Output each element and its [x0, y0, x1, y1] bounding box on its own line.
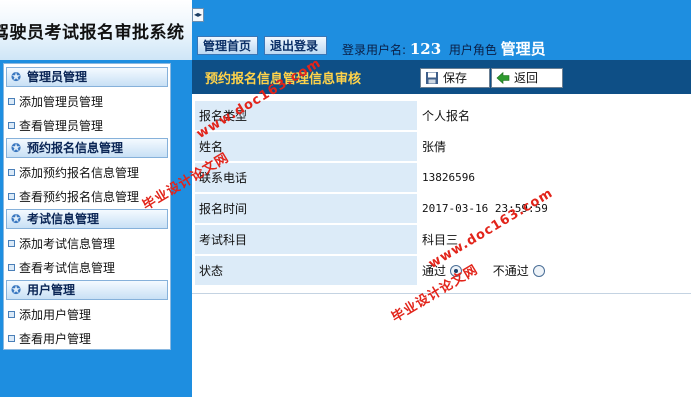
radio-fail-label: 不通过 [492, 264, 529, 278]
bullet-icon [8, 193, 15, 200]
field-label: 状态 [195, 256, 417, 286]
menu-group-title: 考试信息管理 [27, 212, 100, 226]
menu-item-view-exam[interactable]: 查看考试信息管理 [8, 260, 115, 276]
star-icon: ✪ [11, 283, 22, 297]
login-user-value: 123 [409, 40, 442, 58]
menu-item-label: 查看用户管理 [19, 332, 92, 346]
menu-group-reservation[interactable]: ✪ 预约报名信息管理 [6, 138, 168, 158]
header: 驾驶员考试报名审批系统 ◂▸ 管理首页 退出登录 登录用户名: 123 用户角色… [0, 0, 691, 60]
menu-item-add-user[interactable]: 添加用户管理 [8, 307, 91, 323]
role-value: 管理员 [500, 40, 546, 58]
save-button[interactable]: 保存 [420, 68, 490, 88]
star-icon: ✪ [11, 70, 22, 84]
logo-area: 驾驶员考试报名审批系统 [0, 0, 192, 60]
bullet-icon [8, 264, 15, 271]
system-title: 驾驶员考试报名审批系统 [0, 23, 185, 43]
menu-item-label: 添加考试信息管理 [19, 237, 116, 251]
floppy-disk-icon [426, 72, 438, 84]
menu-group-admin[interactable]: ✪ 管理员管理 [6, 67, 168, 87]
role-label: 用户角色 [448, 43, 497, 57]
back-button[interactable]: 返回 [491, 68, 563, 88]
bullet-icon [8, 335, 15, 342]
field-label: 联系电话 [195, 163, 417, 193]
menu-group-title: 管理员管理 [27, 70, 88, 84]
bullet-icon [8, 240, 15, 247]
menu-item-add-exam[interactable]: 添加考试信息管理 [8, 236, 115, 252]
menu-group-title: 预约报名信息管理 [27, 141, 124, 155]
form-row-time: 报名时间 2017-03-16 23:59:59 [195, 194, 691, 225]
bullet-icon [8, 98, 15, 105]
back-label: 返回 [514, 71, 539, 85]
bullet-icon [8, 311, 15, 318]
menu-item-label: 添加预约报名信息管理 [19, 166, 140, 180]
bullet-icon [8, 122, 15, 129]
menu-group-title: 用户管理 [27, 283, 76, 297]
field-label: 考试科目 [195, 225, 417, 255]
field-value: 个人报名 [422, 109, 471, 123]
menu-item-view-user[interactable]: 查看用户管理 [8, 331, 91, 347]
menu-group-exam[interactable]: ✪ 考试信息管理 [6, 209, 168, 229]
sidebar: ✪ 管理员管理 添加管理员管理 查看管理员管理 ✪ 预约报名信息管理 添加预约报… [0, 60, 192, 397]
menu-group-user[interactable]: ✪ 用户管理 [6, 280, 168, 300]
login-user-label: 登录用户名: [342, 43, 407, 57]
field-label: 报名时间 [195, 194, 417, 224]
login-info: 登录用户名: 123 用户角色 管理员 [342, 38, 546, 59]
form-row-phone: 联系电话 13826596 [195, 163, 691, 194]
arrow-left-icon [496, 71, 510, 85]
star-icon: ✪ [11, 141, 22, 155]
menu-item-label: 添加管理员管理 [19, 95, 104, 109]
save-label: 保存 [443, 71, 468, 85]
field-value: 13826596 [422, 171, 475, 184]
form-row-name: 姓名 张倩 [195, 132, 691, 163]
bullet-icon [8, 169, 15, 176]
collapse-sidebar-icon[interactable]: ◂▸ [192, 8, 204, 22]
field-value: 张倩 [422, 140, 447, 154]
logout-button[interactable]: 退出登录 [264, 36, 327, 55]
menu-item-label: 查看管理员管理 [19, 119, 104, 133]
star-icon: ✪ [11, 212, 22, 226]
admin-home-button[interactable]: 管理首页 [197, 36, 258, 55]
menu-item-view-reservation[interactable]: 查看预约报名信息管理 [8, 189, 139, 205]
menu-item-label: 查看预约报名信息管理 [19, 190, 140, 204]
radio-fail[interactable] [532, 264, 545, 277]
menu-item-view-admin[interactable]: 查看管理员管理 [8, 118, 103, 134]
menu-item-label: 查看考试信息管理 [19, 261, 116, 275]
menu-item-add-reservation[interactable]: 添加预约报名信息管理 [8, 165, 139, 181]
main-content: 预约报名信息管理信息审核 保存 返回 报名类型 个人报名 姓名 张倩 联系电话 [192, 60, 691, 397]
form-row-type: 报名类型 个人报名 [195, 101, 691, 132]
top-toolbar: 管理首页 退出登录 登录用户名: 123 用户角色 管理员 [192, 28, 691, 60]
menu-item-add-admin[interactable]: 添加管理员管理 [8, 94, 103, 110]
menu-item-label: 添加用户管理 [19, 308, 92, 322]
